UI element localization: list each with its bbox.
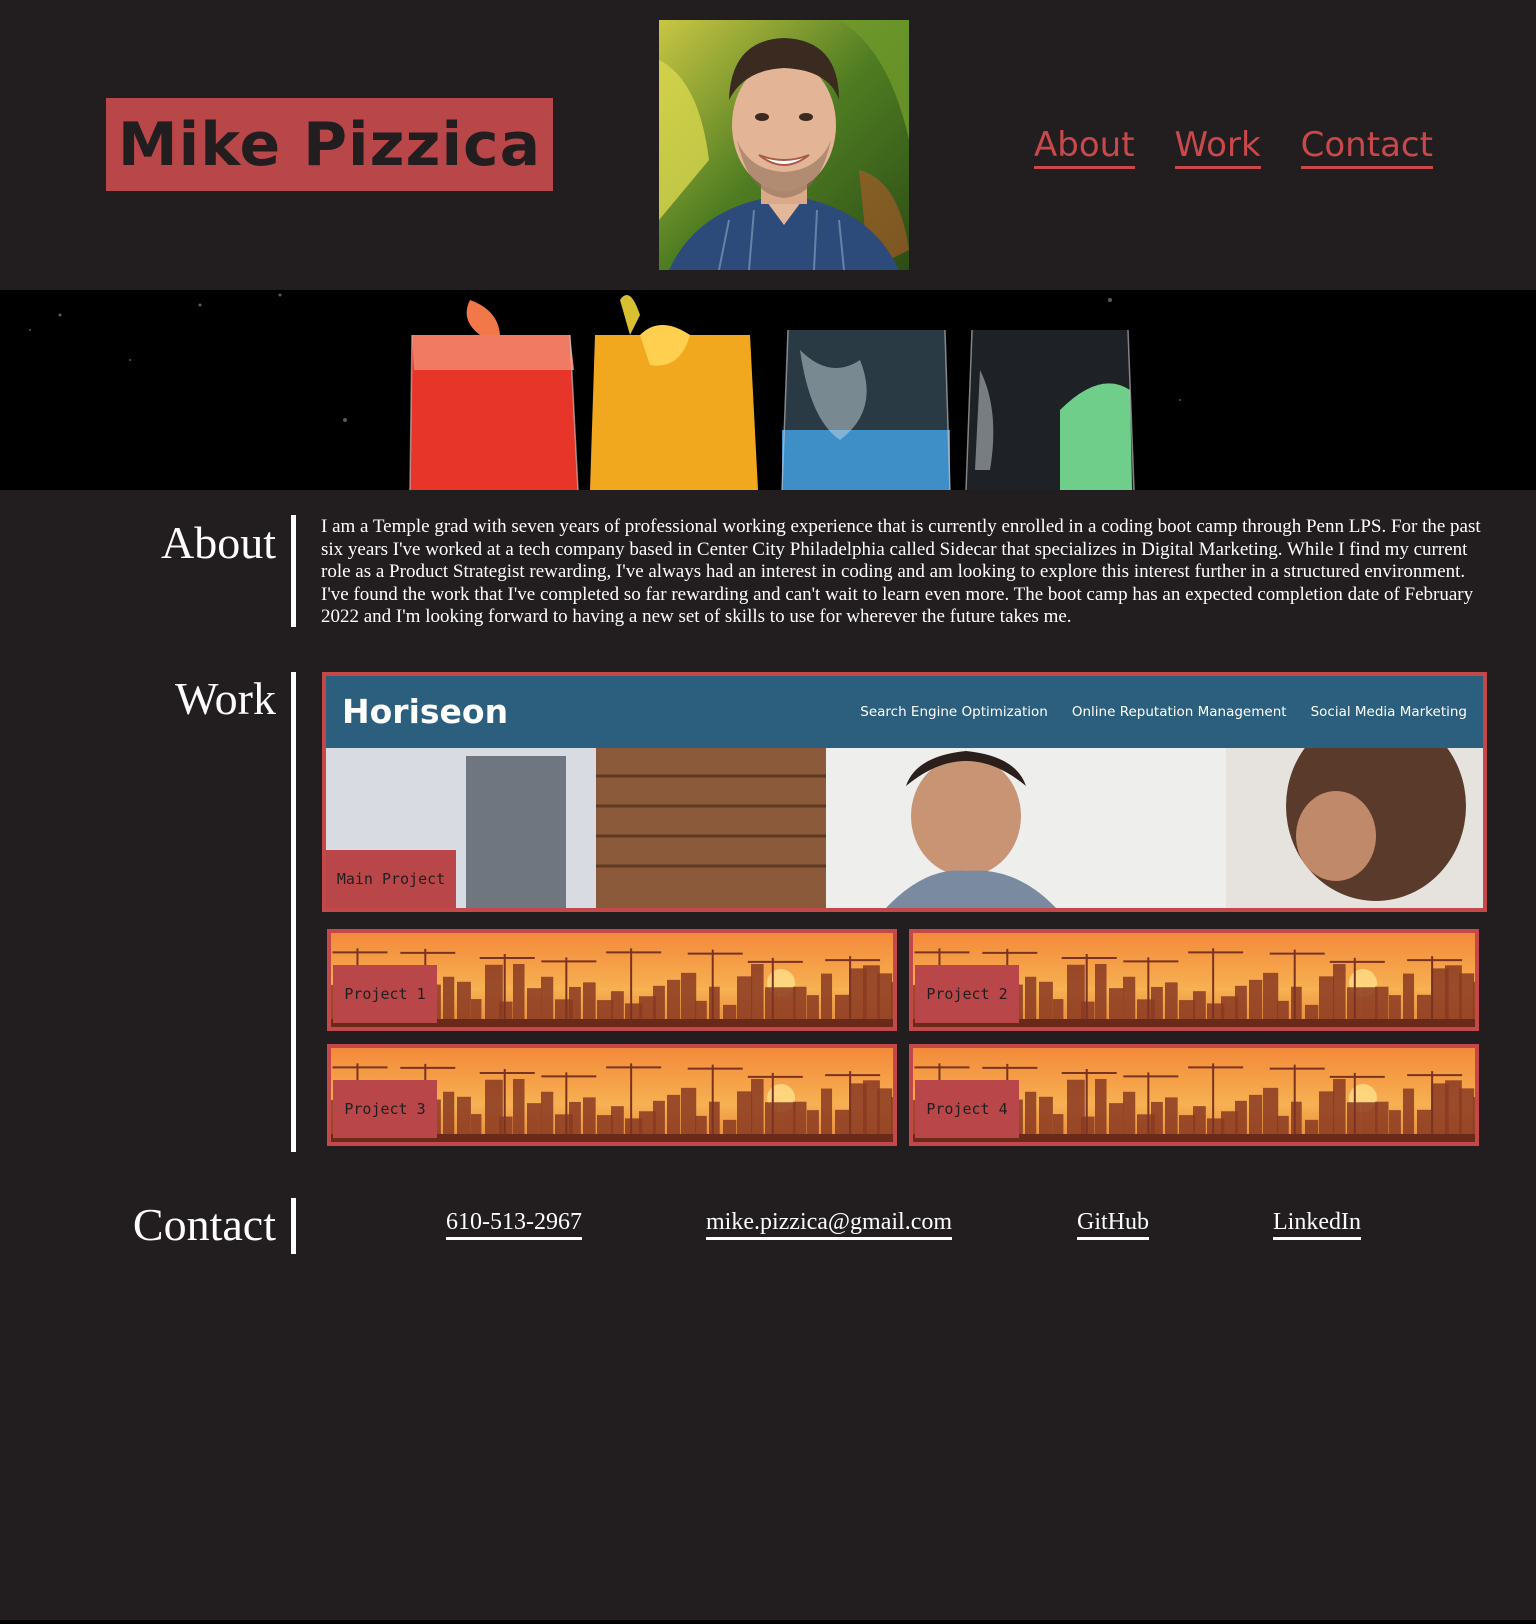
name-banner: Mike Pizzica [106,98,553,191]
email-link[interactable]: mike.pizzica@gmail.com [706,1208,953,1240]
project-4-card[interactable]: Project 4 [909,1044,1479,1146]
site-header: Mike Pizzica About Work Contact [0,0,1536,290]
work-heading: Work [174,673,276,724]
work-divider [291,672,296,1152]
profile-photo [659,20,909,270]
github-link[interactable]: GitHub [1077,1208,1149,1240]
phone-link[interactable]: 610-513-2967 [446,1208,582,1240]
horiseon-nav: Search Engine Optimization Online Reputa… [860,704,1467,720]
nav-link-about[interactable]: About [1034,126,1135,169]
project-3-label[interactable]: Project 3 [333,1080,437,1138]
about-heading: About [161,517,276,568]
project-4-label[interactable]: Project 4 [915,1080,1019,1138]
project-1-label[interactable]: Project 1 [333,965,437,1023]
linkedin-link[interactable]: LinkedIn [1273,1208,1361,1240]
project-3-card[interactable]: Project 3 [327,1044,897,1146]
horiseon-link-reputation: Online Reputation Management [1071,704,1287,720]
project-2-label[interactable]: Project 2 [915,965,1019,1023]
nav-link-contact[interactable]: Contact [1300,126,1433,169]
main-nav: About Work Contact [1034,126,1433,169]
hero-drinks-image [0,290,1536,490]
main-project-card[interactable]: Horiseon Search Engine Optimization Onli… [322,672,1487,912]
main-project-label[interactable]: Main Project [326,850,456,908]
horiseon-link-seo: Search Engine Optimization [860,704,1048,720]
project-1-card[interactable]: Project 1 [327,929,897,1031]
horiseon-link-social: Social Media Marketing [1310,704,1467,720]
contact-heading: Contact [132,1199,276,1250]
nav-link-work[interactable]: Work [1174,126,1261,169]
project-2-card[interactable]: Project 2 [909,929,1479,1031]
horiseon-header: Horiseon Search Engine Optimization Onli… [326,676,1483,748]
about-text: I am a Temple grad with seven years of p… [321,516,1481,627]
contact-divider [291,1198,296,1254]
site-title: Mike Pizzica [117,109,542,180]
about-divider [291,515,296,627]
page-bottom-edge [0,1620,1536,1624]
horiseon-logo: Horiseon [342,692,509,731]
